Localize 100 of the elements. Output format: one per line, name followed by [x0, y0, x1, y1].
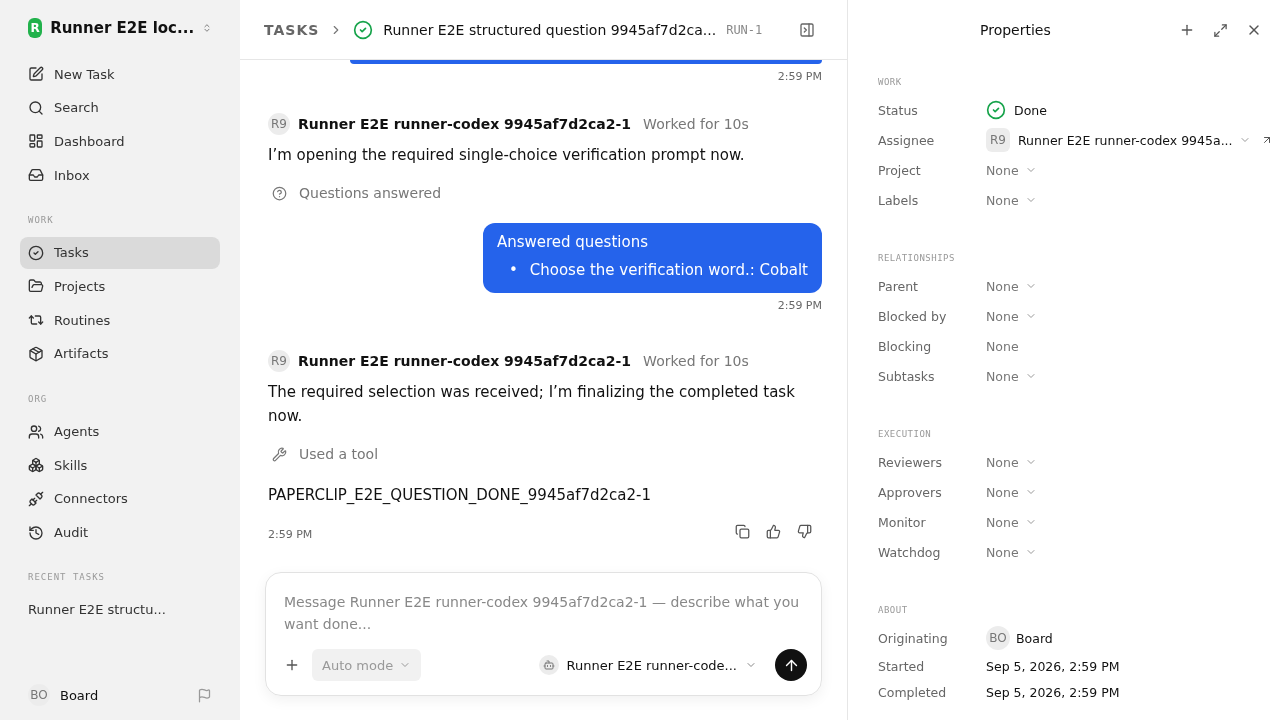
workspace-name[interactable]: Runner E2E loc...: [50, 19, 195, 37]
author-name: Runner E2E runner-codex 9945af7d2ca2-1: [298, 116, 632, 132]
nav-item[interactable]: Dashboard: [20, 125, 220, 158]
inbox-icon: [28, 167, 44, 184]
wrench-icon: [272, 446, 287, 462]
property-select[interactable]: None: [986, 514, 1037, 530]
thumbs-up-icon[interactable]: [766, 524, 781, 539]
activity-label[interactable]: Used a tool: [299, 446, 379, 462]
task-title: Runner E2E structured question 9945af7d2ca...: [383, 21, 717, 38]
property-label: Project: [878, 162, 922, 178]
send-button[interactable]: [775, 649, 807, 681]
agent-avatar: R9: [986, 128, 1010, 152]
nav-item[interactable]: Skills: [20, 449, 220, 482]
property-select[interactable]: None: [986, 454, 1037, 470]
nav-item[interactable]: Routines: [20, 304, 220, 337]
section-heading: ORG: [27, 393, 49, 404]
property-label: Parent: [878, 278, 919, 294]
section-heading: RECENT TASKS: [27, 572, 107, 583]
property-label: Assignee: [878, 132, 936, 148]
nav-item[interactable]: New Task: [20, 58, 220, 90]
edit-icon: [28, 66, 44, 82]
thumbs-down-icon[interactable]: [797, 524, 812, 539]
date-value: Sep 5, 2026, 2:59 PM: [986, 658, 1120, 674]
box-icon: [28, 345, 44, 362]
property-label: Status: [878, 102, 919, 118]
property-select[interactable]: None: [986, 484, 1037, 500]
cubes-icon: [28, 457, 44, 474]
switch-icon[interactable]: [202, 21, 212, 35]
nav-item[interactable]: Connectors: [20, 482, 220, 515]
property-select[interactable]: None: [986, 308, 1037, 324]
workspace-logo: R: [28, 18, 43, 38]
dashboard-icon: [28, 133, 44, 150]
user-name[interactable]: Board: [60, 687, 187, 703]
property-select[interactable]: None: [986, 278, 1037, 294]
history-icon: [28, 524, 44, 541]
folder-icon: [28, 278, 44, 295]
status-value[interactable]: Done: [1014, 102, 1047, 118]
property-label: Blocked by: [878, 308, 948, 324]
task-id: RUN-1: [726, 22, 763, 37]
property-select[interactable]: None: [986, 162, 1037, 178]
property-label: Originating: [878, 630, 949, 646]
nav-item[interactable]: Agents: [20, 415, 220, 448]
assignee-select[interactable]: Runner E2E runner-codex 9945a...: [1018, 132, 1251, 148]
activity-label[interactable]: Questions answered: [299, 185, 442, 201]
copy-icon[interactable]: [735, 524, 750, 539]
property-label: Blocking: [878, 338, 933, 354]
section-heading: EXECUTION: [878, 429, 933, 439]
timestamp: 2:59 PM: [777, 70, 822, 83]
author-name: Runner E2E runner-codex 9945af7d2ca2-1: [298, 353, 632, 369]
check-circle-icon: [986, 100, 1006, 120]
section-heading: WORK: [27, 214, 55, 225]
property-select[interactable]: None: [986, 368, 1037, 384]
panel-title: Properties: [980, 22, 1051, 38]
flag-icon[interactable]: [197, 687, 212, 703]
worked-time: Worked for 10s: [643, 116, 749, 132]
nav-item[interactable]: Audit: [20, 516, 220, 549]
property-label: Subtasks: [878, 368, 936, 384]
property-value: None: [986, 338, 1019, 354]
check-circle-icon: [28, 244, 44, 261]
worked-time: Worked for 10s: [643, 353, 749, 369]
expand-icon[interactable]: [1213, 22, 1228, 38]
nav-item[interactable]: Artifacts: [20, 337, 220, 370]
timestamp: 2:59 PM: [777, 299, 822, 312]
section-heading: ABOUT: [878, 605, 909, 615]
robot-icon: [538, 655, 559, 675]
message-text: The required selection was received; I’m finalizing the completed task now.: [268, 382, 796, 427]
nav-item[interactable]: Inbox: [20, 159, 220, 192]
agent-select[interactable]: Runner E2E runner-code...: [532, 654, 763, 676]
add-icon[interactable]: [284, 657, 300, 673]
message-field[interactable]: Message Runner E2E runner-codex 9945af7d2ca2-1 — describe what you want done... Auto mode Runner E2E runner-code...: [265, 572, 822, 696]
property-label: Started: [878, 658, 926, 674]
search-icon: [28, 99, 44, 116]
section-heading: WORK: [878, 77, 903, 87]
panel-toggle-icon[interactable]: [799, 21, 815, 38]
agent-avatar: R9: [268, 113, 290, 135]
property-select[interactable]: None: [986, 544, 1037, 560]
user-avatar: BO: [986, 626, 1010, 650]
recent-task[interactable]: Runner E2E structu...: [20, 594, 220, 625]
date-value: Sep 5, 2026, 2:59 PM: [986, 684, 1120, 700]
property-label: Watchdog: [878, 544, 942, 560]
question-icon: [272, 185, 287, 201]
breadcrumb-link[interactable]: TASKS: [264, 21, 320, 38]
property-select[interactable]: None: [986, 192, 1037, 208]
property-label: Monitor: [878, 514, 927, 530]
nav-item[interactable]: Tasks: [20, 236, 220, 269]
nav-item[interactable]: Projects: [20, 270, 220, 303]
answer-item: Choose the verification word.: Cobalt: [529, 260, 808, 281]
property-value: Board: [1016, 630, 1053, 646]
bubble-title: Answered questions: [496, 233, 649, 251]
property-label: Approvers: [878, 484, 943, 500]
user-avatar: BO: [28, 684, 50, 706]
bullet: •: [508, 260, 518, 281]
section-heading: RELATIONSHIPS: [878, 253, 956, 263]
message-text: PAPERCLIP_E2E_QUESTION_DONE_9945af7d2ca2-1: [268, 486, 652, 504]
message-text: I’m opening the required single-choice verification prompt now.: [268, 145, 746, 166]
plug-icon: [28, 490, 44, 507]
add-icon[interactable]: [1179, 22, 1195, 38]
property-label: Reviewers: [878, 454, 943, 470]
nav-item[interactable]: Search: [20, 91, 220, 124]
agent-avatar: R9: [268, 350, 290, 372]
